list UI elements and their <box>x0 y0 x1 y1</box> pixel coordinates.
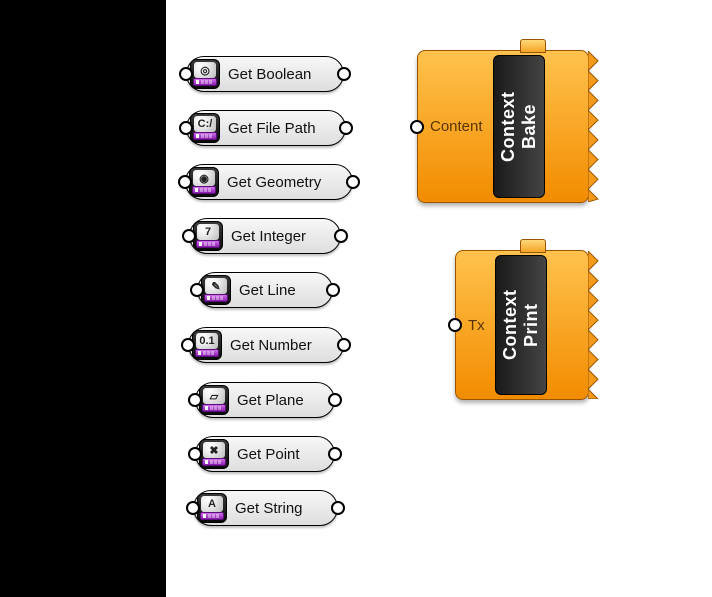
module-input-label: Content <box>430 118 483 135</box>
icon-glyph: 7 <box>197 224 219 240</box>
icon-strip <box>193 78 217 86</box>
module-context-print[interactable]: Tx Context Print <box>448 250 589 400</box>
module-title: Context Bake <box>493 55 545 198</box>
module-tab <box>520 39 546 53</box>
output-port[interactable] <box>334 229 348 243</box>
input-port[interactable] <box>448 318 462 332</box>
zigzag-edge <box>588 251 600 399</box>
module-tab <box>520 239 546 253</box>
component-get-integer[interactable]: 7 Get Integer <box>182 215 348 257</box>
component-get-plane[interactable]: ▱ Get Plane <box>188 379 342 421</box>
icon-strip <box>200 512 224 520</box>
component-body[interactable]: ✎ Get Line <box>197 272 333 308</box>
component-label: Get Point <box>237 446 300 463</box>
component-body[interactable]: 7 Get Integer <box>189 218 341 254</box>
input-port[interactable] <box>410 120 424 134</box>
component-body[interactable]: ✖ Get Point <box>195 436 335 472</box>
icon-strip <box>196 240 220 248</box>
input-port[interactable] <box>179 121 193 135</box>
icon-strip <box>202 404 226 412</box>
component-get-number[interactable]: 0.1 Get Number <box>181 324 351 366</box>
component-get-string[interactable]: A Get String <box>186 487 345 529</box>
icon-glyph: 0.1 <box>196 333 218 349</box>
input-port[interactable] <box>182 229 196 243</box>
input-port[interactable] <box>186 501 200 515</box>
input-port[interactable] <box>179 67 193 81</box>
component-icon: ✖ <box>199 439 229 469</box>
output-port[interactable] <box>328 447 342 461</box>
component-icon: 7 <box>193 221 223 251</box>
component-icon: ◉ <box>189 167 219 197</box>
icon-glyph: ✖ <box>203 442 225 458</box>
input-port[interactable] <box>188 447 202 461</box>
component-label: Get File Path <box>228 120 316 137</box>
output-port[interactable] <box>346 175 360 189</box>
component-body[interactable]: 0.1 Get Number <box>188 327 344 363</box>
input-port[interactable] <box>178 175 192 189</box>
component-body[interactable]: C:/ Get File Path <box>186 110 346 146</box>
component-icon: ◎ <box>190 59 220 89</box>
component-icon: C:/ <box>190 113 220 143</box>
module-title: Context Print <box>495 255 547 395</box>
module-input-label: Tx <box>468 317 485 334</box>
icon-glyph: ◉ <box>193 170 215 186</box>
module-body[interactable]: Tx Context Print <box>455 250 589 400</box>
icon-glyph: ✎ <box>205 278 227 294</box>
component-label: Get Boolean <box>228 66 311 83</box>
component-body[interactable]: A Get String <box>193 490 338 526</box>
icon-strip <box>195 349 219 357</box>
icon-strip <box>204 294 228 302</box>
component-label: Get Line <box>239 282 296 299</box>
icon-glyph: ▱ <box>203 388 225 404</box>
zigzag-edge <box>588 51 600 202</box>
icon-glyph: A <box>201 496 223 512</box>
icon-glyph: C:/ <box>194 116 216 132</box>
input-port[interactable] <box>188 393 202 407</box>
component-label: Get Integer <box>231 228 306 245</box>
icon-strip <box>193 132 217 140</box>
icon-strip <box>192 186 216 194</box>
output-port[interactable] <box>339 121 353 135</box>
output-port[interactable] <box>328 393 342 407</box>
component-body[interactable]: ▱ Get Plane <box>195 382 335 418</box>
component-get-line[interactable]: ✎ Get Line <box>190 269 340 311</box>
component-icon: 0.1 <box>192 330 222 360</box>
module-context-bake[interactable]: Content Context Bake <box>410 50 589 203</box>
module-body[interactable]: Content Context Bake <box>417 50 589 203</box>
icon-glyph: ◎ <box>194 62 216 78</box>
component-label: Get Number <box>230 337 312 354</box>
component-get-geometry[interactable]: ◉ Get Geometry <box>178 161 360 203</box>
component-icon: A <box>197 493 227 523</box>
output-port[interactable] <box>337 67 351 81</box>
icon-strip <box>202 458 226 466</box>
output-port[interactable] <box>331 501 345 515</box>
component-get-boolean[interactable]: ◎ Get Boolean <box>179 53 351 95</box>
component-body[interactable]: ◎ Get Boolean <box>186 56 344 92</box>
input-port[interactable] <box>181 338 195 352</box>
output-port[interactable] <box>326 283 340 297</box>
component-get-file-path[interactable]: C:/ Get File Path <box>179 107 353 149</box>
component-body[interactable]: ◉ Get Geometry <box>185 164 353 200</box>
component-label: Get String <box>235 500 303 517</box>
component-label: Get Plane <box>237 392 304 409</box>
component-label: Get Geometry <box>227 174 321 191</box>
component-icon: ✎ <box>201 275 231 305</box>
component-get-point[interactable]: ✖ Get Point <box>188 433 342 475</box>
output-port[interactable] <box>337 338 351 352</box>
component-icon: ▱ <box>199 385 229 415</box>
left-panel <box>0 0 166 597</box>
input-port[interactable] <box>190 283 204 297</box>
